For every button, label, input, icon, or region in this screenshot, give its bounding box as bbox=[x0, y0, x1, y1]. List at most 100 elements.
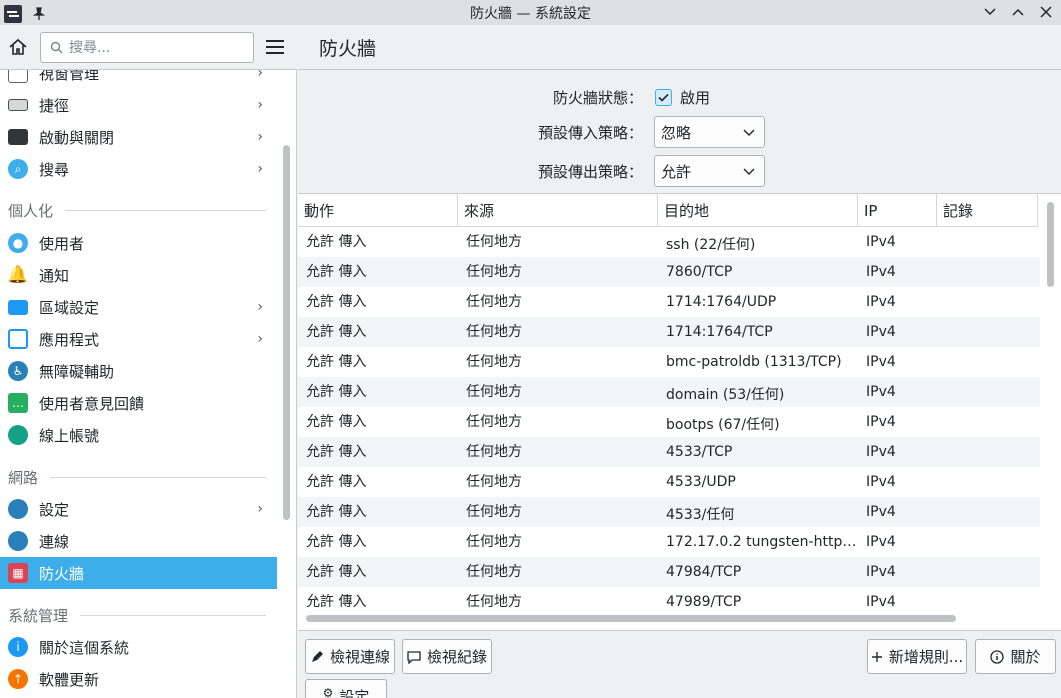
add-rule-button[interactable]: 新增規則... bbox=[867, 639, 967, 674]
table-vertical-scrollbar[interactable] bbox=[1047, 202, 1054, 287]
table-row[interactable]: 允許 傳入 任何地方 1714:1764/TCP IPv4 bbox=[298, 317, 1040, 347]
table-horizontal-scrollbar[interactable] bbox=[306, 615, 956, 622]
table-row[interactable]: 允許 傳入 任何地方 ssh (22/任何) IPv4 bbox=[298, 227, 1040, 257]
cell-log bbox=[937, 527, 1038, 557]
table-row[interactable]: 允許 傳入 任何地方 1714:1764/UDP IPv4 bbox=[298, 287, 1040, 317]
cell-log bbox=[937, 317, 1038, 347]
feedback-icon: … bbox=[8, 393, 28, 413]
cell-ip: IPv4 bbox=[866, 234, 896, 250]
column-destination[interactable]: 目的地 bbox=[658, 194, 858, 227]
sidebar-item-label: 無障礙輔助 bbox=[39, 362, 115, 381]
sidebar-item-network-settings[interactable]: 設定 › bbox=[0, 493, 277, 525]
column-log[interactable]: 記錄 bbox=[937, 194, 1038, 227]
sidebar-item-accessibility[interactable]: ♿ 無障礙輔助 bbox=[0, 355, 277, 387]
section-personalization: 個人化 bbox=[8, 200, 266, 220]
column-action[interactable]: 動作 bbox=[298, 194, 458, 227]
table-row[interactable]: 允許 傳入 任何地方 172.17.0.2 tungsten-https (... I… bbox=[298, 527, 1040, 557]
table-row[interactable]: 允許 傳入 任何地方 domain (53/任何) IPv4 bbox=[298, 377, 1040, 407]
cell-to: 4533/TCP bbox=[666, 444, 733, 460]
cell-action: 允許 傳入 bbox=[306, 444, 367, 460]
sidebar-item-connections[interactable]: 連線 bbox=[0, 525, 277, 557]
table-row[interactable]: 允許 傳入 任何地方 bmc-patroldb (1313/TCP) IPv4 bbox=[298, 347, 1040, 377]
section-network: 網路 bbox=[8, 467, 266, 487]
column-ip[interactable]: IP bbox=[858, 194, 937, 227]
firewall-status-row: 防火牆狀態： 啟用 bbox=[298, 87, 1061, 107]
sidebar-scrollbar[interactable] bbox=[283, 145, 290, 520]
table-body: 允許 傳入 任何地方 ssh (22/任何) IPv4 允許 傳入 任何地方 7860/TC… bbox=[298, 227, 1040, 617]
sidebar-item-about-system[interactable]: i 關於這個系統 bbox=[0, 631, 277, 663]
sidebar-item-label: 使用者意見回饋 bbox=[39, 394, 145, 413]
cell-action: 允許 傳入 bbox=[306, 594, 367, 610]
sidebar-item-online-accounts[interactable]: 線上帳號 bbox=[0, 419, 277, 451]
globe-account-icon bbox=[8, 425, 28, 445]
cell-to: 1714:1764/UDP bbox=[666, 294, 777, 310]
sidebar-item-label: 關於這個系統 bbox=[39, 638, 130, 657]
about-button[interactable]: 關於 bbox=[975, 639, 1056, 674]
chevron-right-icon: › bbox=[257, 70, 263, 81]
cell-log bbox=[937, 407, 1038, 437]
sidebar-item-firewall[interactable]: ▦ 防火牆 bbox=[0, 557, 277, 589]
chevron-right-icon: › bbox=[257, 161, 263, 177]
accessibility-icon: ♿ bbox=[8, 361, 28, 381]
table-row[interactable]: 允許 傳入 任何地方 bootps (67/任何) IPv4 bbox=[298, 407, 1040, 437]
cell-log bbox=[937, 557, 1038, 587]
sidebar-item-users[interactable]: ● 使用者 bbox=[0, 227, 277, 259]
cell-log bbox=[937, 497, 1038, 527]
sidebar-item-shortcuts[interactable]: 捷徑 › bbox=[0, 89, 277, 121]
sidebar-item-label: 搜尋 bbox=[39, 160, 70, 179]
incoming-policy-select[interactable]: 忽略 bbox=[654, 116, 765, 148]
sidebar-item-software-update[interactable]: ↑ 軟體更新 bbox=[0, 663, 277, 695]
table-row[interactable]: 允許 傳入 任何地方 4533/任何 IPv4 bbox=[298, 497, 1040, 527]
sidebar-item-startup-shutdown[interactable]: 啟動與關閉 › bbox=[0, 121, 277, 153]
sidebar-item-label: 視窗管理 bbox=[39, 70, 100, 83]
firewall-icon: ▦ bbox=[8, 563, 28, 583]
enable-checkbox[interactable] bbox=[655, 88, 672, 106]
window-title: 防火牆 — 系統設定 bbox=[470, 5, 591, 22]
cell-action: 允許 傳入 bbox=[306, 474, 367, 490]
view-connections-button[interactable]: 檢視連線 bbox=[305, 639, 395, 674]
sidebar-item-regional[interactable]: 區域設定 › bbox=[0, 291, 277, 323]
table-row[interactable]: 允許 傳入 任何地方 47989/TCP IPv4 bbox=[298, 587, 1040, 617]
sidebar-item-label: 軟體更新 bbox=[39, 670, 100, 689]
settings-button[interactable]: ⚙ 設定 bbox=[305, 679, 387, 698]
sidebar-item-label: 啟動與關閉 bbox=[39, 128, 115, 147]
page-title: 防火牆 bbox=[298, 25, 1061, 70]
home-icon[interactable] bbox=[8, 37, 30, 59]
cell-log bbox=[937, 347, 1038, 377]
view-logs-button[interactable]: 檢視紀錄 bbox=[402, 639, 492, 674]
cell-from: 任何地方 bbox=[466, 594, 522, 610]
sidebar-item-feedback[interactable]: … 使用者意見回饋 bbox=[0, 387, 277, 419]
sidebar-item-label: 連線 bbox=[39, 532, 70, 551]
hamburger-menu-icon[interactable] bbox=[266, 40, 284, 54]
cell-log bbox=[937, 287, 1038, 317]
outgoing-policy-value: 允許 bbox=[661, 162, 692, 181]
pin-icon[interactable] bbox=[30, 3, 48, 25]
cell-log bbox=[937, 467, 1038, 497]
search-icon: ⌕ bbox=[8, 159, 28, 179]
table-row[interactable]: 允許 傳入 任何地方 4533/UDP IPv4 bbox=[298, 467, 1040, 497]
table-row[interactable]: 允許 傳入 任何地方 4533/TCP IPv4 bbox=[298, 437, 1040, 467]
sidebar-item-window-management[interactable]: 視窗管理 › bbox=[0, 70, 277, 89]
sidebar-item-notifications[interactable]: 🔔 通知 bbox=[0, 259, 277, 291]
table-row[interactable]: 允許 傳入 任何地方 47984/TCP IPv4 bbox=[298, 557, 1040, 587]
column-source[interactable]: 來源 bbox=[458, 194, 658, 227]
minimize-button[interactable] bbox=[981, 1, 999, 23]
sidebar-item-search[interactable]: ⌕ 搜尋 › bbox=[0, 153, 277, 185]
cell-action: 允許 傳入 bbox=[306, 324, 367, 340]
search-field[interactable] bbox=[40, 32, 254, 63]
cell-ip: IPv4 bbox=[866, 384, 896, 400]
maximize-button[interactable] bbox=[1009, 1, 1027, 23]
info-icon bbox=[990, 649, 1005, 664]
cell-from: 任何地方 bbox=[466, 504, 522, 520]
table-row[interactable]: 允許 傳入 任何地方 7860/TCP IPv4 bbox=[298, 257, 1040, 287]
gear-icon: ⚙ bbox=[322, 686, 334, 698]
sidebar-item-applications[interactable]: 應用程式 › bbox=[0, 323, 277, 355]
monitor-icon bbox=[8, 129, 28, 145]
cell-log bbox=[937, 227, 1038, 257]
cell-to: 47989/TCP bbox=[666, 594, 742, 610]
sidebar-item-label: 通知 bbox=[39, 266, 70, 285]
enable-checkbox-group[interactable]: 啟用 bbox=[655, 87, 710, 108]
outgoing-policy-select[interactable]: 允許 bbox=[654, 155, 765, 187]
close-button[interactable] bbox=[1037, 1, 1055, 23]
search-input[interactable] bbox=[69, 39, 239, 56]
